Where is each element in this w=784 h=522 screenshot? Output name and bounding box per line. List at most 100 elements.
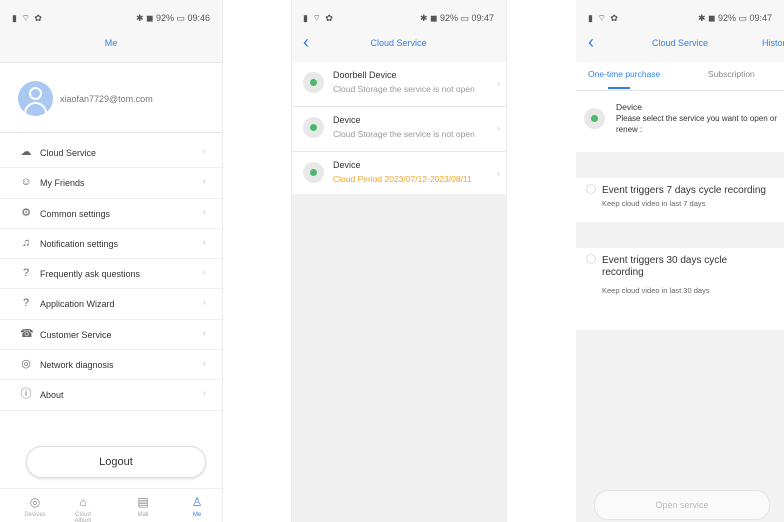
menu-item-label: Application Wizard (40, 299, 115, 310)
header: ‹ Cloud Service (291, 26, 506, 63)
network-icon: ◎ (21, 358, 31, 371)
chevron-right-icon: › (497, 78, 500, 88)
cloud-album-icon: ⌂ (79, 495, 87, 509)
tab-label: Devices (24, 512, 46, 518)
purchase-tabs: One-time purchase Subscription (576, 62, 784, 91)
tab-mall[interactable]: ▤ Mall (128, 495, 158, 518)
menu-item-customer-service[interactable]: ☎ Customer Service › (0, 320, 222, 351)
device-name: Device (333, 115, 361, 125)
menu-item-label: Notification settings (40, 238, 119, 249)
info-icon: ⓘ (20, 388, 32, 401)
page-title: Cloud Service (651, 38, 709, 48)
option-subtitle: Keep cloud video in last 7 days (602, 199, 706, 208)
tab-label: Me (192, 512, 202, 518)
camera-icon: ◎ (29, 495, 41, 509)
menu-item-application-wizard[interactable]: ? Application Wizard › (0, 289, 222, 320)
camera-icon (303, 162, 324, 183)
cloud-period: Cloud Period 2023/07/12-2023/08/11 (333, 174, 472, 184)
device-status: Cloud Storage the service is not open (333, 129, 475, 139)
device-status: Cloud Storage the service is not open (333, 84, 475, 94)
section-separator (576, 222, 784, 248)
radio-button[interactable] (586, 254, 596, 264)
tab-subscription[interactable]: Subscription (708, 69, 755, 79)
page-title: Me (104, 38, 118, 48)
logout-button[interactable]: Logout (26, 446, 206, 478)
menu-item-label: Network diagnosis (40, 360, 114, 371)
menu-item-my-friends[interactable]: ☺ My Friends › (0, 168, 222, 199)
empty-area (291, 194, 506, 522)
menu-item-label: Frequently ask questions (40, 269, 141, 280)
device-row[interactable]: Device Cloud Storage the service is not … (291, 107, 506, 152)
menu-item-about[interactable]: ⓘ About › (0, 380, 222, 411)
menu-item-label: About (40, 390, 64, 401)
status-icons-left: ▮ ⌔ ✿ (588, 13, 619, 23)
bottom-tab-bar: ◎ Devices ⌂ Cloud Album ▤ Mall ♙ Me (0, 488, 222, 522)
settings-icon: ⚙ (21, 206, 31, 219)
bell-icon: ♫ (21, 236, 31, 249)
open-service-button[interactable]: Open service (594, 490, 770, 520)
person-icon: ♙ (191, 495, 203, 509)
camera-icon (303, 117, 324, 138)
tab-cloud-album[interactable]: ⌂ Cloud Album (68, 495, 98, 522)
headset-icon: ☎ (20, 327, 34, 340)
device-info: Device Please select the service you wan… (576, 92, 784, 152)
divider (291, 0, 292, 522)
history-link[interactable]: History (762, 38, 784, 48)
status-icons-right: ✱ ◼ 92% ▭ 09:47 (697, 13, 772, 23)
menu-item-label: My Friends (40, 178, 85, 189)
chevron-right-icon: › (202, 146, 206, 157)
divider (222, 0, 223, 522)
header: Me (0, 26, 222, 63)
service-option-30-days[interactable]: Event triggers 30 days cycle recording K… (576, 248, 784, 304)
status-icons-left: ▮ ⌔ ✿ (12, 13, 43, 23)
menu-item-notification-settings[interactable]: ♫ Notification settings › (0, 229, 222, 260)
chevron-right-icon: › (497, 123, 500, 133)
question-icon: ? (22, 267, 30, 280)
status-icons-left: ▮ ⌔ ✿ (303, 13, 334, 23)
tab-me[interactable]: ♙ Me (182, 495, 212, 518)
menu-item-common-settings[interactable]: ⚙ Common settings › (0, 199, 222, 229)
avatar[interactable] (18, 81, 53, 116)
camera-icon (584, 108, 605, 129)
tab-label: Cloud Album (74, 512, 92, 522)
chevron-right-icon: › (202, 327, 206, 339)
tab-one-time-purchase[interactable]: One-time purchase (588, 69, 660, 79)
cloud-service-list-screen: ▮ ⌔ ✿ ✱ ◼ 92% ▭ 09:47 ‹ Cloud Service Do… (291, 0, 506, 522)
cloud-icon: ☁ (20, 146, 32, 158)
divider (506, 0, 507, 522)
instruction-text: Please select the service you want to op… (616, 114, 777, 134)
menu-item-cloud-service[interactable]: ☁ Cloud Service › (0, 138, 222, 169)
page-title: Cloud Service (370, 38, 427, 48)
me-screen: ▮ ⌔ ✿ ✱ ◼ 92% ▭ 09:46 Me xiaofan7729@tom… (0, 0, 222, 522)
settings-menu: ☁ Cloud Service › ☺ My Friends › ⚙ Commo… (0, 138, 222, 411)
header: ‹ Cloud Service History (576, 26, 784, 63)
menu-item-network-diagnosis[interactable]: ◎ Network diagnosis › (0, 350, 222, 381)
tab-devices[interactable]: ◎ Devices (20, 495, 50, 518)
device-name: Device (333, 160, 361, 170)
device-name: Doorbell Device (333, 70, 397, 80)
chevron-right-icon: › (202, 206, 206, 218)
service-option-7-days[interactable]: Event triggers 7 days cycle recording Ke… (576, 178, 784, 222)
status-icons-right: ✱ ◼ 92% ▭ 09:47 (419, 13, 494, 23)
menu-item-label: Cloud Service (40, 148, 97, 158)
camera-icon (303, 72, 324, 93)
radio-button[interactable] (586, 184, 596, 194)
cloud-service-purchase-screen: ▮ ⌔ ✿ ✱ ◼ 92% ▭ 09:47 ‹ Cloud Service Hi… (576, 0, 784, 522)
chevron-right-icon: › (202, 267, 206, 279)
active-tab-indicator (608, 87, 630, 89)
chevron-right-icon: › (497, 168, 500, 178)
option-title: Event triggers 7 days cycle recording (602, 185, 766, 196)
device-name: Device (616, 102, 642, 112)
tab-label: Mall (137, 512, 149, 518)
friends-icon: ☺ (20, 176, 32, 189)
device-row[interactable]: Device Cloud Period 2023/07/12-2023/08/1… (291, 152, 506, 197)
menu-item-label: Customer Service (40, 329, 112, 340)
mall-icon: ▤ (137, 495, 149, 509)
option-subtitle: Keep cloud video in last 30 days (602, 286, 710, 295)
menu-item-faq[interactable]: ? Frequently ask questions › (0, 259, 222, 290)
wizard-icon: ? (22, 297, 30, 310)
chevron-right-icon: › (202, 236, 206, 248)
profile-card[interactable]: xiaofan7729@tom.com (0, 66, 222, 133)
device-row-doorbell[interactable]: Doorbell Device Cloud Storage the servic… (291, 62, 506, 107)
chevron-right-icon: › (202, 297, 206, 309)
